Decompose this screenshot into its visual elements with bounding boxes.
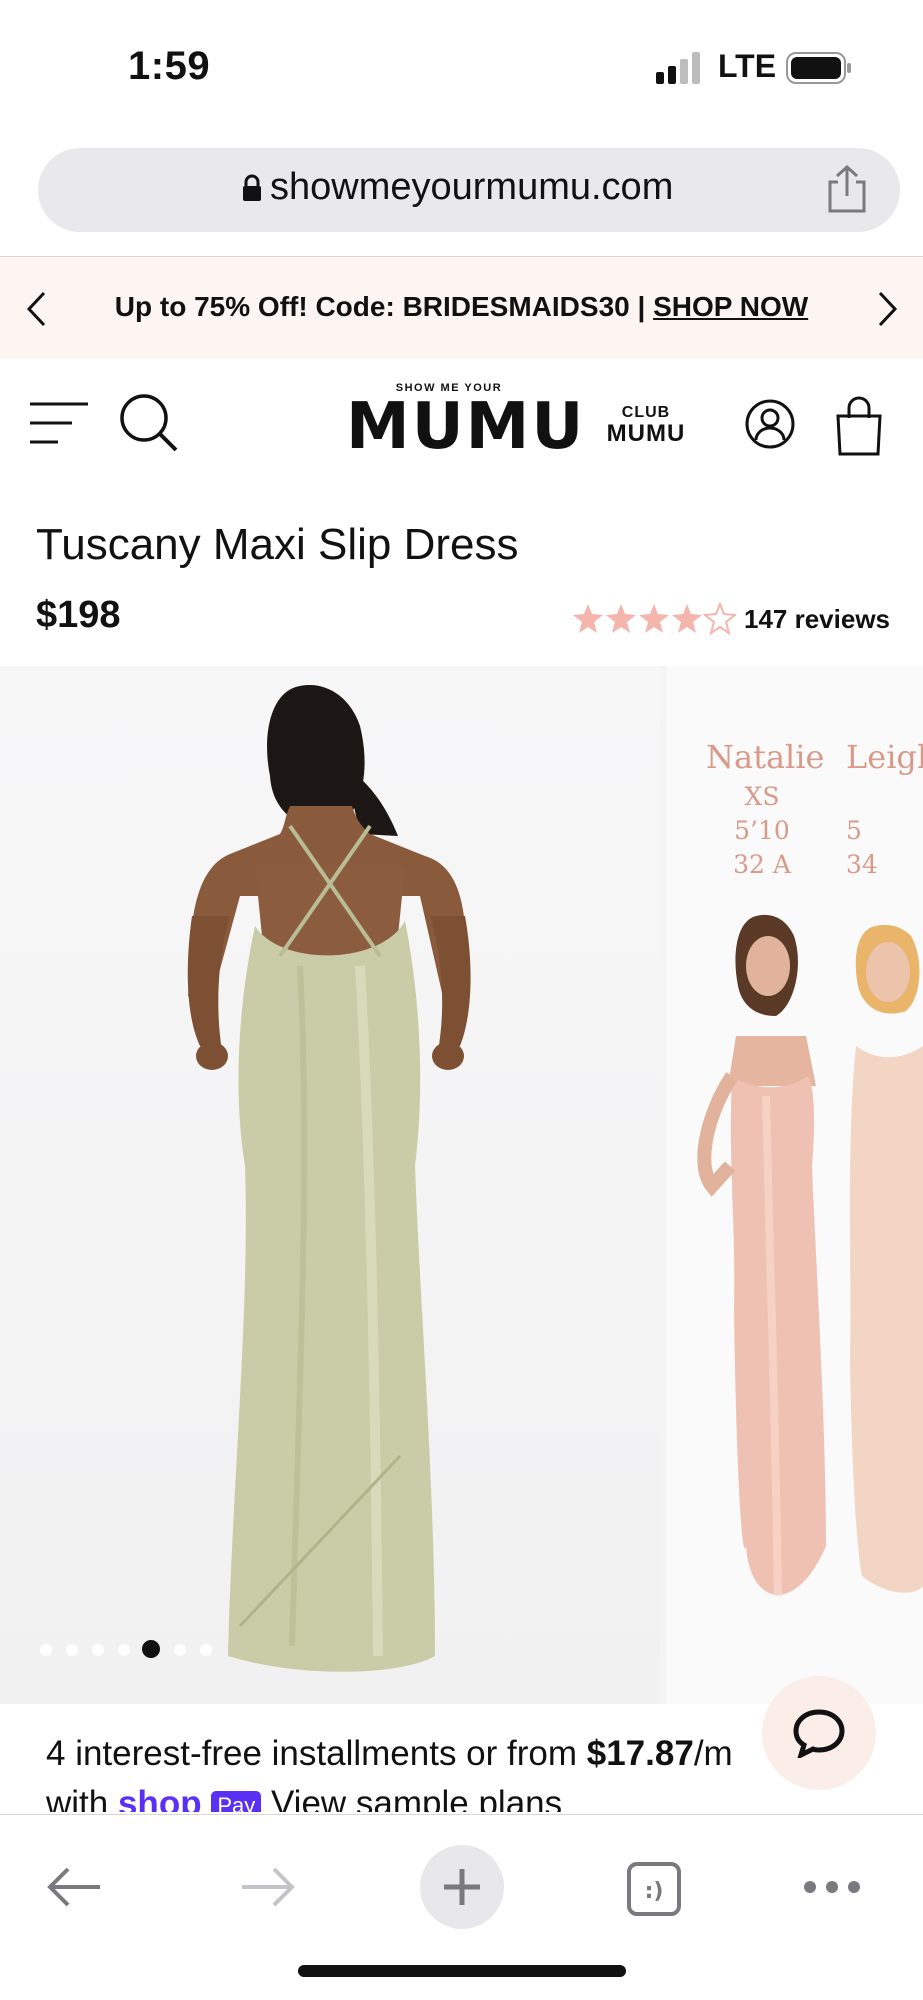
rating-stars-icon: [573, 602, 736, 636]
carousel-dot[interactable]: [66, 1644, 78, 1656]
site-header: SHOW ME YOUR MUMU CLUB MUMU: [0, 360, 923, 490]
product-title: Tuscany Maxi Slip Dress: [36, 520, 519, 569]
url-text: showmeyourmumu.com: [270, 166, 674, 208]
share-icon[interactable]: [824, 164, 870, 214]
chevron-right-icon[interactable]: [874, 290, 900, 328]
carousel-dot-active[interactable]: [142, 1640, 160, 1658]
lock-icon: [243, 174, 261, 201]
chat-button[interactable]: [762, 1676, 876, 1790]
network-label: LTE: [718, 48, 777, 84]
product-image-second[interactable]: Natalie XS 5’10 32 A Leigh 5 34: [666, 666, 923, 1704]
tabs-glyph: :): [645, 1879, 664, 1904]
search-icon[interactable]: [118, 392, 180, 454]
carousel-dot[interactable]: [174, 1644, 186, 1656]
plus-icon: [444, 1869, 480, 1905]
promo-message: Up to 75% Off! Code: BRIDESMAIDS30 |: [114, 291, 654, 322]
product-price: $198: [36, 594, 121, 636]
tabs-icon: :): [627, 1862, 681, 1916]
product-gallery[interactable]: Natalie XS 5’10 32 A Leigh 5 34: [0, 666, 923, 1704]
home-indicator[interactable]: [298, 1965, 626, 1977]
status-time: 1:59: [128, 44, 211, 88]
installments-prefix: 4 interest-free installments or from: [46, 1734, 587, 1773]
models-front-view-image: [697, 914, 923, 1597]
logo-wordmark: MUMU: [346, 390, 586, 464]
club-mumu-link[interactable]: CLUB MUMU: [606, 404, 686, 446]
tabs-button[interactable]: :): [626, 1861, 682, 1917]
signal-icon: [656, 52, 700, 84]
account-icon[interactable]: [744, 398, 796, 450]
battery-icon: [786, 52, 851, 84]
more-icon[interactable]: [802, 1877, 862, 1897]
club-brand: MUMU: [606, 420, 686, 447]
installments-line: 4 interest-free installments or from $17…: [46, 1734, 733, 1774]
model-back-view-image: [187, 685, 471, 1672]
chat-icon: [793, 1709, 845, 1758]
shop-pay-logo: shop: [117, 1784, 202, 1812]
carousel-dot[interactable]: [40, 1644, 52, 1656]
bag-icon[interactable]: [834, 396, 884, 456]
forward-arrow-icon[interactable]: [238, 1865, 298, 1909]
view-sample-plans-link[interactable]: View sample plans: [261, 1784, 562, 1812]
carousel-dot[interactable]: [92, 1644, 104, 1656]
product-image-main[interactable]: [0, 666, 660, 1704]
installments-line-2: with shop Pay View sample plans: [46, 1784, 562, 1812]
back-arrow-icon[interactable]: [44, 1865, 104, 1909]
installments-suffix: /m: [693, 1734, 733, 1773]
promo-text: Up to 75% Off! Code: BRIDESMAIDS30 | SHO…: [0, 291, 923, 323]
status-bar: 1:59 LTE: [0, 0, 923, 130]
carousel-dot[interactable]: [200, 1644, 212, 1656]
review-count[interactable]: 147 reviews: [744, 604, 890, 635]
new-tab-button[interactable]: [420, 1845, 504, 1929]
installments-with: with: [46, 1784, 118, 1812]
address-bar[interactable]: showmeyourmumu.com: [38, 148, 900, 232]
installments-amount: $17.87: [586, 1734, 694, 1773]
shop-now-link[interactable]: SHOP NOW: [653, 291, 808, 322]
promo-banner: Up to 75% Off! Code: BRIDESMAIDS30 | SHO…: [0, 257, 923, 359]
menu-icon[interactable]: [28, 400, 90, 446]
site-logo[interactable]: SHOW ME YOUR MUMU: [346, 382, 586, 464]
shop-pay-badge: Pay: [211, 1790, 262, 1812]
carousel-dot[interactable]: [118, 1644, 130, 1656]
browser-toolbar: :): [0, 1814, 923, 2000]
